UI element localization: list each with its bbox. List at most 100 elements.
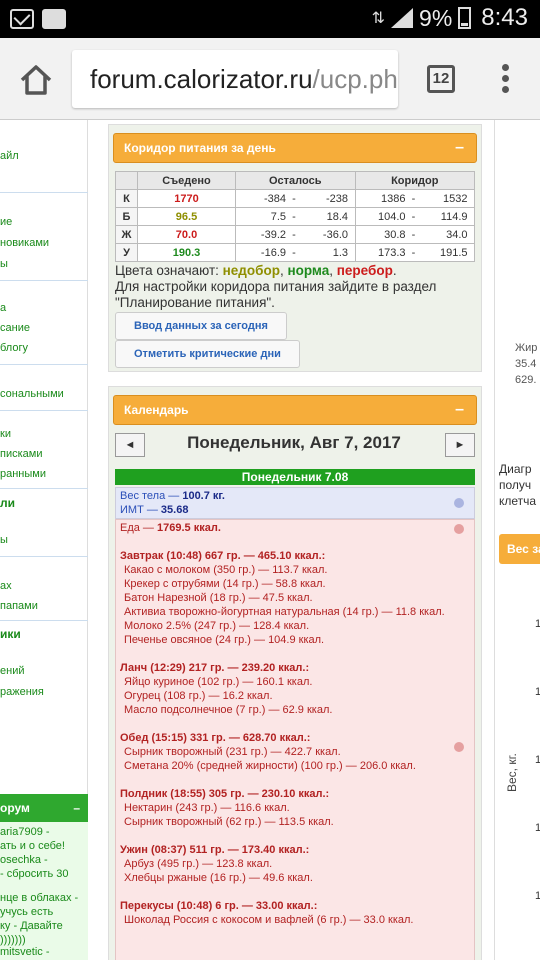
sidebar-link[interactable]: сание bbox=[0, 322, 30, 334]
meal-title: Ланч (12:29) 217 гр. — 239.20 ккал.: bbox=[120, 662, 310, 674]
legend-prefix: Цвета означают: bbox=[115, 263, 223, 278]
forum-topic-link[interactable]: ))))))) bbox=[0, 934, 26, 946]
forum-topic-link[interactable]: учусь есть bbox=[0, 906, 53, 918]
forum-topic-link[interactable]: ку - Давайте bbox=[0, 920, 63, 932]
forum-user-link[interactable]: mitsvetic - bbox=[0, 946, 50, 958]
food-item: Масло подсолнечное (7 гр.) — 62.9 ккал. bbox=[124, 704, 333, 716]
data-transfer-icon: ⇅ bbox=[371, 10, 386, 27]
corridor-range: 173.3-191.5 bbox=[354, 243, 475, 262]
bmi-line: ИМТ — 35.68 bbox=[120, 504, 188, 516]
corridor-range: 30.8-34.0 bbox=[354, 225, 475, 244]
food-item: Сырник творожный (62 гр.) — 113.5 ккал. bbox=[124, 816, 334, 828]
range-min: 1386 bbox=[381, 192, 406, 205]
scale-icon[interactable] bbox=[454, 498, 464, 508]
table-header-blank bbox=[115, 171, 138, 190]
menu-dot-icon bbox=[501, 64, 509, 71]
sidebar-link[interactable]: сональными bbox=[0, 388, 64, 400]
mark-critical-days-button[interactable]: Отметить критические дни bbox=[115, 340, 300, 368]
url-path: /ucp.php bbox=[312, 64, 398, 94]
range-max: 1532 bbox=[443, 192, 468, 205]
left-sidebar: айл ие новиками ы а сание блогу сональны… bbox=[0, 120, 88, 960]
meal-title: Завтрак (10:48) 667 гр. — 465.10 ккал.: bbox=[120, 550, 326, 562]
prev-day-button[interactable]: ◄ bbox=[115, 433, 145, 457]
sidebar-link[interactable]: ах bbox=[0, 580, 12, 592]
range-min: 7.5 bbox=[270, 210, 286, 223]
tab-switcher-button[interactable]: 12 bbox=[427, 65, 455, 93]
sidebar-link[interactable]: ы bbox=[0, 258, 8, 270]
url-bar[interactable]: forum.calorizator.ru/ucp.php bbox=[72, 50, 398, 108]
sidebar-link[interactable]: ки bbox=[0, 428, 11, 440]
range-min: 104.0 bbox=[377, 210, 406, 223]
food-item: Какао с молоком (350 гр.) — 113.7 ккал. bbox=[124, 564, 328, 576]
clock: 8:43 bbox=[481, 4, 528, 31]
battery-icon bbox=[458, 7, 472, 29]
right-column: Жир 35.4 629. Диагр получ клетча Вес за … bbox=[494, 120, 540, 960]
food-item: Активиа творожно-йогуртная натуральная (… bbox=[124, 606, 445, 618]
fat-kcal: 629. bbox=[515, 374, 537, 386]
table-header: Осталось bbox=[235, 171, 356, 190]
forum-widget-header[interactable]: орум – bbox=[0, 794, 88, 822]
corridor-panel: Коридор питания за день – Съедено Остало… bbox=[108, 124, 482, 372]
food-item: Молоко 2.5% (247 гр.) — 128.4 ккал. bbox=[124, 620, 310, 632]
corridor-panel-header[interactable]: Коридор питания за день – bbox=[113, 133, 477, 163]
sidebar-link[interactable]: новиками bbox=[0, 237, 49, 249]
weight-value: 100.7 кг. bbox=[182, 490, 225, 502]
forum-user-link[interactable]: aria7909 - bbox=[0, 826, 50, 838]
collapse-icon[interactable]: – bbox=[455, 134, 464, 162]
sidebar-divider bbox=[0, 556, 88, 557]
range-min: -16.9 bbox=[260, 246, 286, 259]
forum-user-link[interactable]: osechka - bbox=[0, 854, 48, 866]
food-item: Батон Нарезной (18 гр.) — 47.5 ккал. bbox=[124, 592, 313, 604]
collapse-icon[interactable]: – bbox=[455, 396, 464, 424]
sidebar-link[interactable]: ы bbox=[0, 534, 8, 546]
sidebar-link[interactable]: ие bbox=[0, 216, 12, 228]
browser-toolbar: forum.calorizator.ru/ucp.php 12 bbox=[0, 38, 540, 120]
url-host: forum.calorizator.ru bbox=[90, 64, 313, 94]
forum-topic-link[interactable]: нце в облаках - bbox=[0, 892, 78, 904]
diagram-caption: клетча bbox=[499, 494, 537, 508]
range-max: -238 bbox=[325, 192, 348, 205]
food-total-line: Еда — 1769.5 ккал. bbox=[120, 522, 221, 534]
battery-percent: 9% bbox=[419, 4, 453, 31]
corridor-range: 104.0-114.9 bbox=[354, 207, 475, 226]
home-button[interactable] bbox=[18, 62, 54, 98]
nutrient-label: К bbox=[115, 189, 138, 208]
sidebar-link[interactable]: айл bbox=[0, 150, 19, 162]
input-today-button[interactable]: Ввод данных за сегодня bbox=[115, 312, 287, 340]
overflow-menu-button[interactable] bbox=[498, 64, 512, 96]
next-day-button[interactable]: ► bbox=[445, 433, 475, 457]
calendar-panel-title: Календарь bbox=[124, 403, 189, 417]
apple-icon[interactable] bbox=[454, 524, 464, 534]
apple-icon[interactable] bbox=[454, 742, 464, 752]
legend-over: перебор bbox=[336, 263, 393, 278]
sidebar-link[interactable]: ений bbox=[0, 665, 24, 677]
range-min: 30.8 bbox=[384, 228, 406, 241]
forum-topic-link[interactable]: - сбросить 30 bbox=[0, 868, 68, 880]
corridor-range: 1386-1532 bbox=[354, 189, 475, 208]
sidebar-section-heading: ли bbox=[0, 496, 15, 510]
meal-title: Полдник (18:55) 305 гр. — 230.10 ккал.: bbox=[120, 788, 330, 800]
corridor-row: Ж 70.0 -39.2- -36.0 30.8-34.0 bbox=[115, 225, 475, 244]
corridor-row: Б 96.5 7.5-18.4 104.0-114.9 bbox=[115, 207, 475, 226]
sidebar-link[interactable]: писками bbox=[0, 448, 42, 460]
weight-chart-header[interactable]: Вес за bbox=[499, 534, 540, 564]
sidebar-link[interactable]: ражения bbox=[0, 686, 44, 698]
notification-icons bbox=[10, 9, 66, 29]
corridor-hint: Для настройки коридора питания зайдите в… bbox=[115, 279, 437, 294]
sidebar-link[interactable]: блогу bbox=[0, 342, 28, 354]
sidebar-link[interactable]: папами bbox=[0, 600, 38, 612]
system-indicators: ⇅ 9% 8:43 bbox=[372, 4, 528, 32]
meal-title: Обед (15:15) 331 гр. — 628.70 ккал.: bbox=[120, 732, 311, 744]
home-icon bbox=[20, 65, 52, 95]
sidebar-link[interactable]: а bbox=[0, 302, 6, 314]
signal-icon bbox=[391, 8, 414, 28]
forum-topic-link[interactable]: ать и о себе! bbox=[0, 840, 65, 852]
photo-notification-icon bbox=[42, 9, 66, 29]
food-item: Огурец (108 гр.) — 16.2 ккал. bbox=[124, 690, 273, 702]
sidebar-link[interactable]: ранными bbox=[0, 468, 46, 480]
food-item: Печенье овсяное (24 гр.) — 104.9 ккал. bbox=[124, 634, 325, 646]
collapse-icon[interactable]: – bbox=[73, 794, 80, 822]
calendar-panel-header[interactable]: Календарь – bbox=[113, 395, 477, 425]
eaten-value: 96.5 bbox=[137, 207, 236, 226]
sidebar-divider bbox=[0, 488, 88, 489]
